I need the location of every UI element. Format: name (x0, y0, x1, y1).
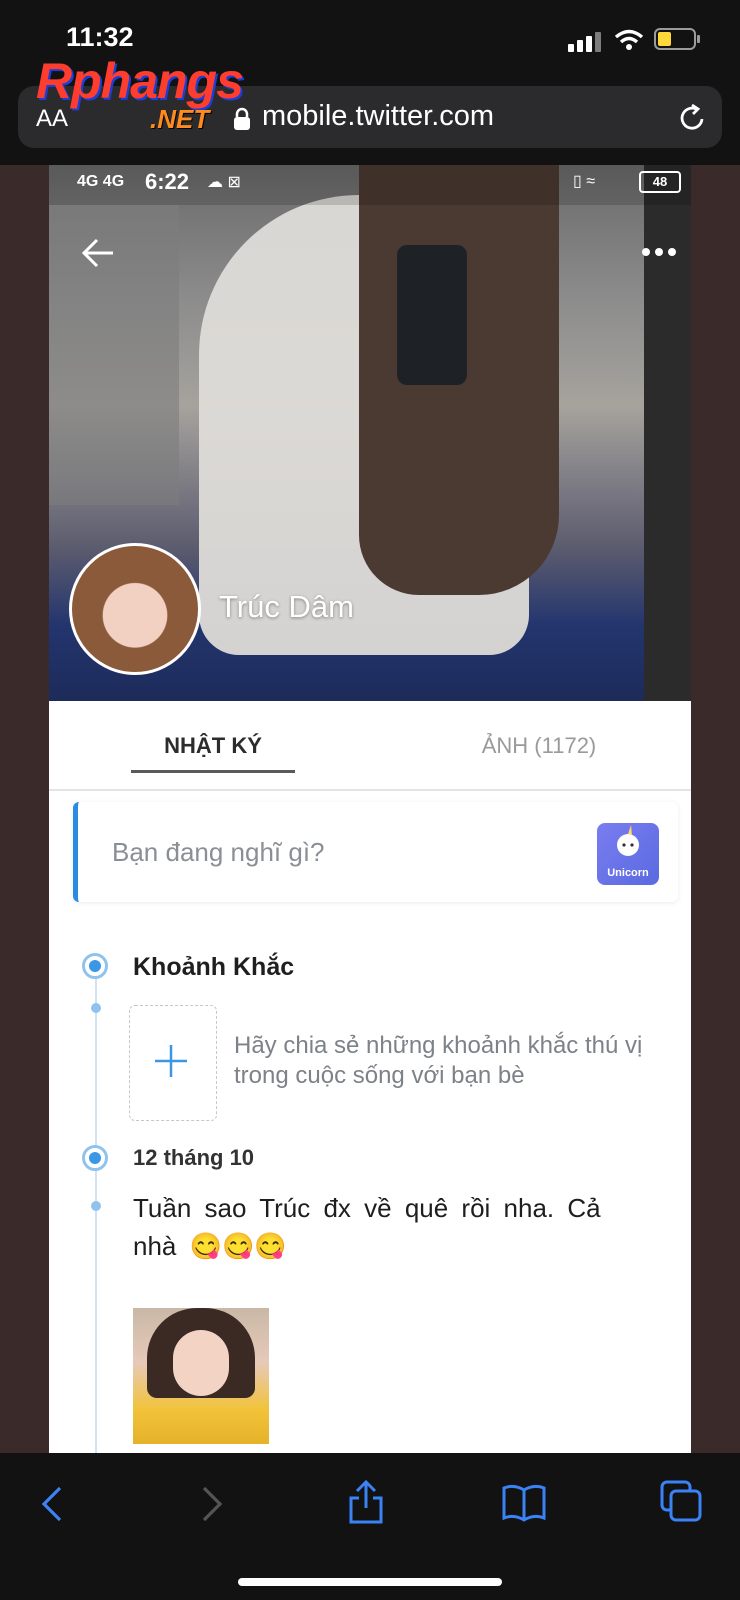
post-photo-face (173, 1330, 229, 1396)
tab-diary[interactable]: NHẬT KÝ (133, 733, 293, 759)
timeline-node (82, 953, 108, 979)
moments-heading: Khoảnh Khắc (133, 953, 295, 981)
bookmarks-icon[interactable] (502, 1482, 546, 1522)
share-icon[interactable] (346, 1478, 386, 1524)
avatar[interactable] (69, 543, 201, 675)
chevron-right-icon[interactable] (198, 1484, 226, 1524)
post-date: 12 tháng 10 (133, 1145, 255, 1170)
watermark-logo-suffix: .NET (150, 104, 210, 134)
inner-status-time: 6:22 (145, 169, 190, 194)
unicorn-sticker-button[interactable]: Unicorn (597, 823, 659, 885)
active-tab-indicator (131, 770, 295, 773)
watermark-logo: Rphangs (36, 53, 244, 109)
lock-icon (234, 107, 250, 130)
more-options-icon[interactable] (641, 247, 677, 257)
reload-icon[interactable] (676, 102, 708, 134)
tabs-icon[interactable] (660, 1480, 702, 1522)
unicorn-label: Unicorn (607, 867, 649, 879)
moments-prompt: Hãy chia sẻ những khoảnh khắc thú vị tro… (234, 1032, 643, 1089)
profile-name: Trúc Dâm (219, 589, 354, 624)
embedded-phone-screenshot: 4G 4G 6:22 ☁ ⊠ ▯ ≈ 48 Trúc Dâm NHẬT KÝ Ả… (49, 165, 691, 1453)
chevron-left-icon[interactable] (38, 1484, 66, 1524)
back-arrow-icon[interactable] (81, 237, 115, 269)
post-photo[interactable] (133, 1308, 269, 1444)
inner-notification-icons: ☁ ⊠ (207, 174, 241, 191)
cover-mirror-edge (644, 165, 691, 701)
inner-network-label: 4G 4G (77, 173, 125, 190)
plus-icon[interactable] (153, 1043, 189, 1079)
wifi-icon (614, 29, 644, 50)
tab-photos[interactable]: ẢNH (1172) (449, 733, 629, 759)
unicorn-icon (617, 825, 639, 856)
post-text: Tuần sao Trúc đx về quê rồi nha. Cả nhà … (133, 1193, 601, 1261)
url-text[interactable]: mobile.twitter.com (262, 100, 494, 133)
timeline-node (82, 1145, 108, 1171)
timeline-small-dot (91, 1201, 101, 1211)
status-time: 11:32 (66, 22, 134, 52)
cover-phone (397, 245, 467, 385)
cellular-signal-icon (568, 32, 601, 52)
composer-placeholder[interactable]: Bạn đang nghĩ gì? (112, 837, 325, 868)
battery-icon (654, 28, 700, 50)
inner-vibrate-wifi-icons: ▯ ≈ (573, 173, 596, 190)
home-indicator (238, 1578, 502, 1586)
timeline-small-dot (91, 1003, 101, 1013)
inner-battery-icon: 48 (639, 171, 681, 193)
